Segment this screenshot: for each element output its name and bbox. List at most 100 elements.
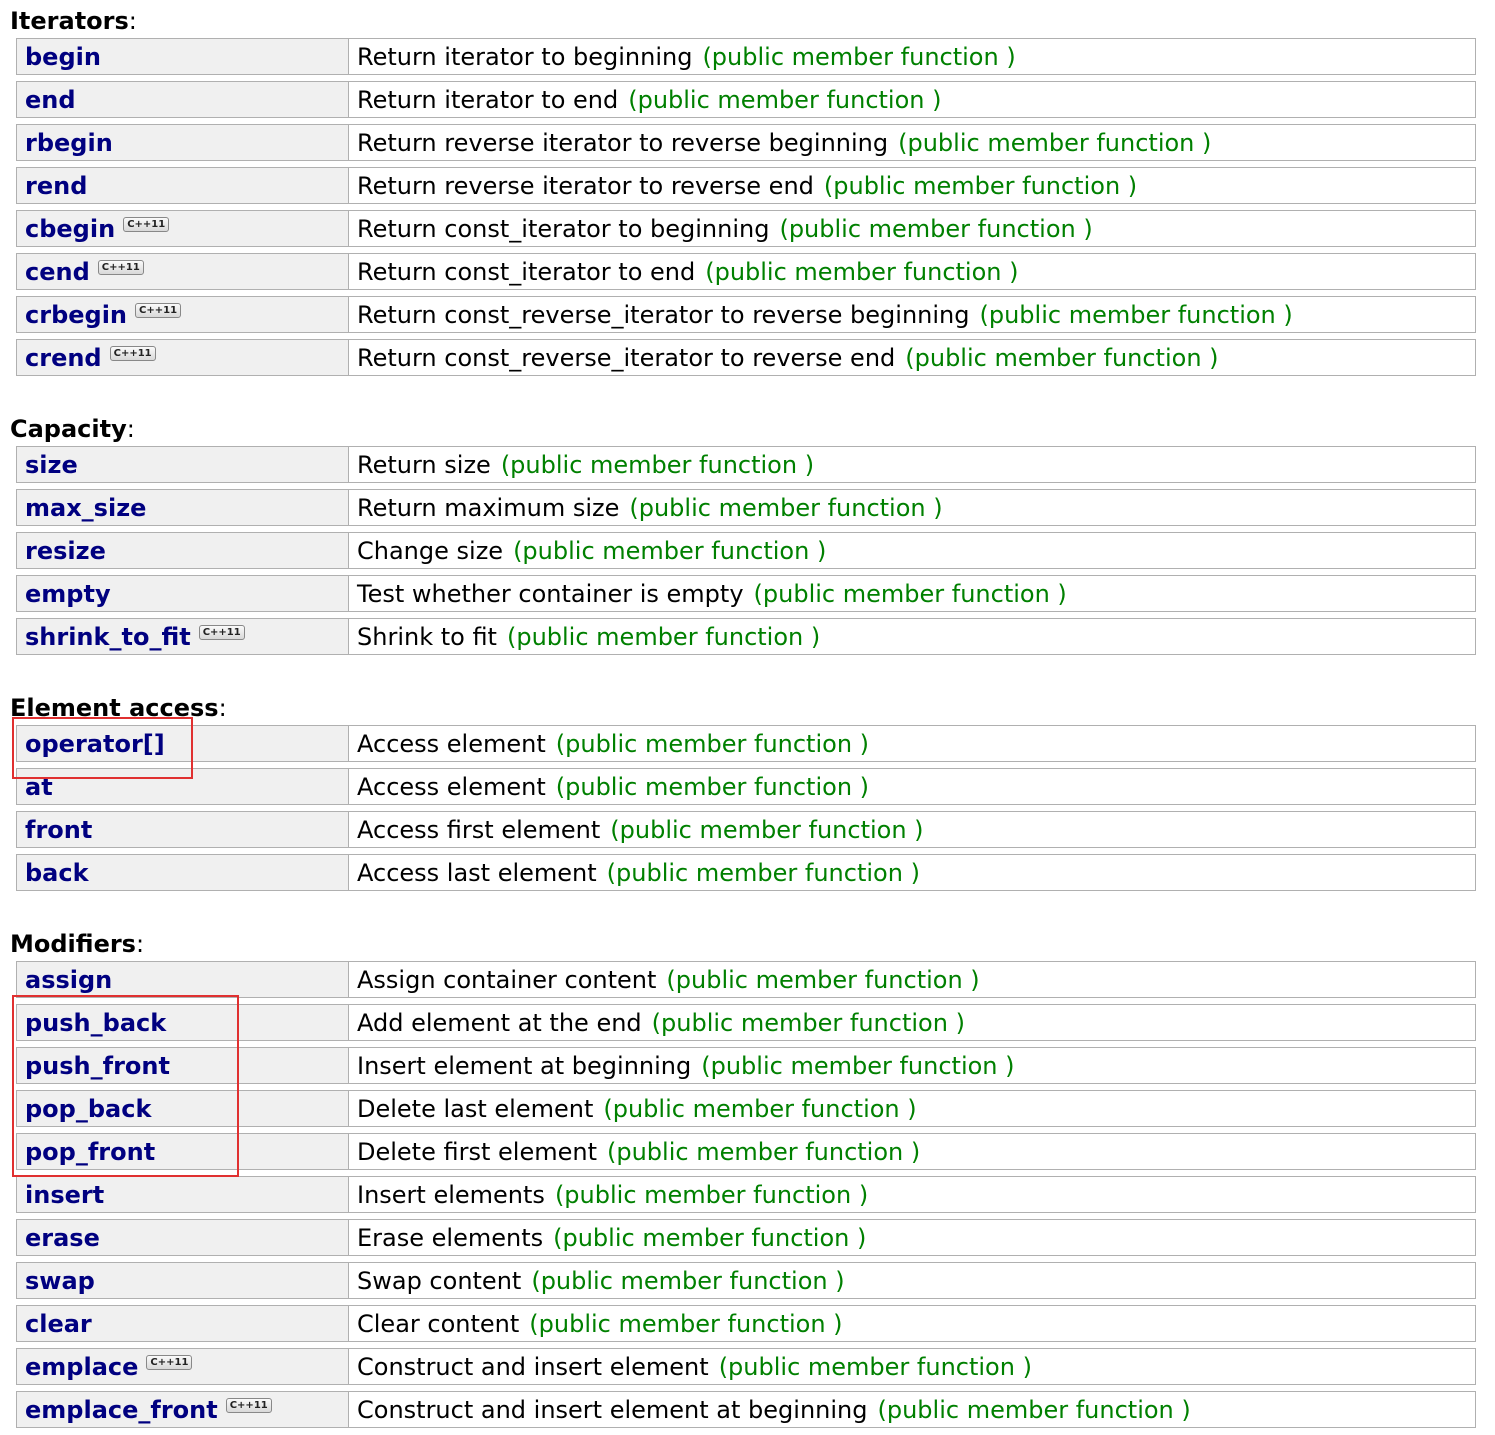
member-description: Return const_iterator to end xyxy=(357,257,696,286)
table-row: crbegin C++11 Return const_reverse_iterato… xyxy=(16,296,1476,333)
member-description: Return reverse iterator to reverse begin… xyxy=(357,128,889,157)
table-row: cend C++11 Return const_iterator to end (pu… xyxy=(16,253,1476,290)
member-description: Shrink to fit xyxy=(357,622,497,651)
member-kind: (public member function ) xyxy=(779,214,1093,243)
member-description: Return size xyxy=(357,450,491,479)
member-link[interactable]: operator[] xyxy=(25,729,165,759)
member-kind: (public member function ) xyxy=(651,1008,965,1037)
table-row: pop_front Delete first element (public mem… xyxy=(16,1133,1476,1170)
member-link[interactable]: clear xyxy=(25,1309,92,1339)
cpp11-badge-icon: C++11 xyxy=(109,346,156,361)
member-link[interactable]: resize xyxy=(25,536,106,566)
member-table: begin Return iterator to beginning (public… xyxy=(16,38,1476,382)
member-link[interactable]: empty xyxy=(25,579,111,609)
cpp11-badge-icon: C++11 xyxy=(146,1355,193,1370)
member-description: Assign container content xyxy=(357,965,657,994)
member-kind: (public member function ) xyxy=(513,536,827,565)
table-row: shrink_to_fit C++11 Shrink to fit (public m… xyxy=(16,618,1476,655)
member-kind: (public member function ) xyxy=(905,343,1219,372)
member-link[interactable]: max_size xyxy=(25,493,146,523)
table-row: rbegin Return reverse iterator to reverse… xyxy=(16,124,1476,161)
member-kind: (public member function ) xyxy=(705,257,1019,286)
member-description: Change size xyxy=(357,536,504,565)
member-link[interactable]: pop_back xyxy=(25,1094,151,1124)
member-description: Return iterator to end xyxy=(357,85,619,114)
table-row: insert Insert elements (public member func… xyxy=(16,1176,1476,1213)
table-row: operator[] Access element (public member f… xyxy=(16,725,1476,762)
table-row: rend Return reverse iterator to reverse e… xyxy=(16,167,1476,204)
table-row: clear Clear content (public member functio… xyxy=(16,1305,1476,1342)
member-link[interactable]: rbegin xyxy=(25,128,113,158)
member-description: Clear content xyxy=(357,1309,520,1338)
member-link[interactable]: crend xyxy=(25,343,102,373)
member-link[interactable]: at xyxy=(25,772,53,802)
member-link[interactable]: cend xyxy=(25,257,90,287)
member-kind: (public member function ) xyxy=(555,729,870,758)
section-title: Element access: xyxy=(10,694,227,722)
member-kind: (public member function ) xyxy=(753,579,1067,608)
member-link[interactable]: emplace xyxy=(25,1352,138,1382)
member-kind: (public member function ) xyxy=(506,622,821,651)
member-link[interactable]: size xyxy=(25,450,78,480)
table-row: push_front Insert element at beginning (pu… xyxy=(16,1047,1476,1084)
member-table: size Return size (public member function )… xyxy=(16,446,1476,661)
table-row: resize Change size (public member function… xyxy=(16,532,1476,569)
member-description: Access first element xyxy=(357,815,601,844)
member-link[interactable]: push_front xyxy=(25,1051,170,1081)
table-row: pop_back Delete last element (public membe… xyxy=(16,1090,1476,1127)
member-kind: (public member function ) xyxy=(629,493,943,522)
member-link[interactable]: begin xyxy=(25,42,101,72)
cpp11-badge-icon: C++11 xyxy=(225,1398,272,1413)
member-description: Delete last element xyxy=(357,1094,594,1123)
member-link[interactable]: shrink_to_fit xyxy=(25,622,191,652)
table-row: empty Test whether container is empty (pub… xyxy=(16,575,1476,612)
member-kind: (public member function ) xyxy=(529,1309,843,1338)
member-description: Return maximum size xyxy=(357,493,620,522)
member-kind: (public member function ) xyxy=(554,1180,869,1209)
member-link[interactable]: swap xyxy=(25,1266,95,1296)
member-link[interactable]: front xyxy=(25,815,92,845)
section-title: Capacity: xyxy=(10,415,135,443)
member-link[interactable]: emplace_front xyxy=(25,1395,218,1425)
member-table: assign Assign container content (public me… xyxy=(16,961,1476,1434)
table-row: emplace C++11 Construct and insert element… xyxy=(16,1348,1476,1385)
member-link[interactable]: rend xyxy=(25,171,87,201)
member-kind: (public member function ) xyxy=(898,128,1212,157)
member-description: Add element at the end xyxy=(357,1008,642,1037)
member-kind: (public member function ) xyxy=(606,1137,921,1166)
member-kind: (public member function ) xyxy=(628,85,942,114)
member-kind: (public member function ) xyxy=(603,1094,917,1123)
member-link[interactable]: end xyxy=(25,85,76,115)
member-description: Insert elements xyxy=(357,1180,545,1209)
member-kind: (public member function ) xyxy=(877,1395,1191,1424)
member-link[interactable]: pop_front xyxy=(25,1137,155,1167)
member-link[interactable]: crbegin xyxy=(25,300,127,330)
table-row: begin Return iterator to beginning (public… xyxy=(16,38,1476,75)
member-link[interactable]: push_back xyxy=(25,1008,166,1038)
table-row: swap Swap content (public member function … xyxy=(16,1262,1476,1299)
member-kind: (public member function ) xyxy=(701,1051,1015,1080)
member-description: Construct and insert element xyxy=(357,1352,709,1381)
member-kind: (public member function ) xyxy=(718,1352,1032,1381)
member-description: Access last element xyxy=(357,858,597,887)
member-description: Insert element at beginning xyxy=(357,1051,692,1080)
member-description: Test whether container is empty xyxy=(357,579,744,608)
member-kind: (public member function ) xyxy=(702,42,1016,71)
member-kind: (public member function ) xyxy=(555,772,870,801)
table-row: erase Erase elements (public member functi… xyxy=(16,1219,1476,1256)
member-link[interactable]: cbegin xyxy=(25,214,115,244)
cpp11-badge-icon: C++11 xyxy=(135,303,182,318)
member-kind: (public member function ) xyxy=(979,300,1293,329)
member-description: Return const_reverse_iterator to reverse… xyxy=(357,343,896,372)
member-link[interactable]: back xyxy=(25,858,89,888)
cpp11-badge-icon: C++11 xyxy=(123,217,170,232)
member-kind: (public member function ) xyxy=(610,815,924,844)
member-link[interactable]: insert xyxy=(25,1180,104,1210)
section-title: Modifiers: xyxy=(10,930,145,958)
table-row: size Return size (public member function ) xyxy=(16,446,1476,483)
member-link[interactable]: assign xyxy=(25,965,112,995)
member-kind: (public member function ) xyxy=(500,450,815,479)
member-kind: (public member function ) xyxy=(666,965,980,994)
member-link[interactable]: erase xyxy=(25,1223,100,1253)
member-kind: (public member function ) xyxy=(823,171,1138,200)
